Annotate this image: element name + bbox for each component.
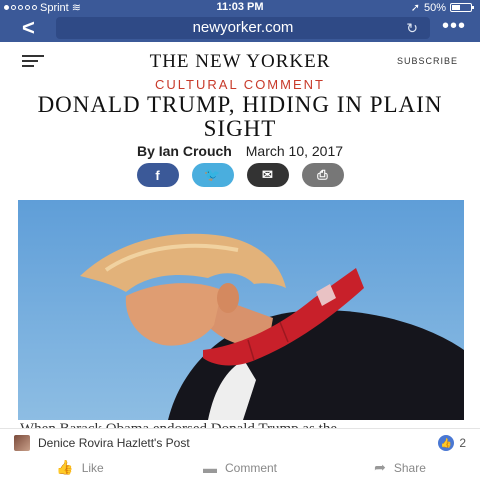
like-count[interactable]: 👍 2 (438, 435, 466, 451)
facebook-share-button[interactable]: f (136, 163, 179, 187)
print-button[interactable]: ⎙ (301, 163, 344, 187)
site-header: THE NEW YORKER SUBSCRIBE (0, 42, 480, 78)
status-right: ➚ 50% (410, 1, 474, 14)
hero-illustration (80, 233, 464, 420)
share-buttons: f 🐦 ✉ ⎙ (0, 163, 480, 187)
url-text: newyorker.com (192, 19, 294, 36)
more-button[interactable]: ••• (441, 15, 466, 37)
post-actions: 👍 Like ▬ Comment ➦ Share (0, 459, 480, 476)
publish-date: March 10, 2017 (245, 143, 344, 159)
clock: 11:03 PM (216, 1, 264, 13)
comment-label: Comment (224, 460, 277, 475)
hero-image (18, 200, 464, 420)
thumbs-up-icon: 👍 (438, 435, 455, 451)
status-bar: Sprint ≋ 11:03 PM ➚ 50% (0, 0, 480, 14)
article-headline: DONALD TRUMP, HIDING IN PLAIN SIGHT (37, 92, 443, 141)
twitter-share-button[interactable]: 🐦 (191, 163, 234, 187)
email-share-button[interactable]: ✉ (246, 163, 289, 187)
browser-bar: < newyorker.com ↻ ••• (0, 14, 480, 42)
share-arrow-icon: ➦ (374, 459, 386, 475)
facebook-icon: f (155, 167, 160, 183)
like-button[interactable]: 👍 Like (0, 459, 160, 476)
chevron-left-icon: < (22, 15, 35, 40)
avatar (14, 435, 30, 451)
print-icon: ⎙ (317, 167, 328, 182)
post-owner-name: Denice Rovira Hazlett's Post (38, 436, 190, 450)
email-icon: ✉ (262, 167, 273, 182)
comment-icon: ▬ (202, 459, 217, 476)
like-count-value: 2 (459, 436, 466, 450)
article-rubric[interactable]: CULTURAL COMMENT (0, 77, 480, 92)
reload-icon[interactable]: ↻ (406, 17, 418, 39)
battery-icon (450, 3, 474, 12)
facebook-post-bar: Denice Rovira Hazlett's Post 👍 2 👍 Like … (0, 428, 480, 481)
comment-button[interactable]: ▬ Comment (160, 459, 320, 476)
back-button[interactable]: < (22, 17, 35, 39)
author-name[interactable]: By Ian Crouch (137, 143, 232, 159)
like-label: Like (81, 460, 104, 475)
byline: By Ian Crouch March 10, 2017 (0, 143, 480, 159)
location-icon: ➚ (410, 2, 420, 14)
twitter-icon: 🐦 (204, 167, 221, 182)
share-label: Share (393, 460, 426, 475)
thumbs-up-icon: 👍 (56, 459, 74, 475)
ellipsis-icon: ••• (441, 15, 466, 37)
share-button[interactable]: ➦ Share (320, 459, 480, 476)
post-owner[interactable]: Denice Rovira Hazlett's Post (14, 435, 190, 451)
subscribe-link[interactable]: SUBSCRIBE (397, 56, 458, 66)
url-field[interactable]: newyorker.com ↻ (56, 17, 430, 39)
battery-percent: 50% (423, 1, 446, 14)
